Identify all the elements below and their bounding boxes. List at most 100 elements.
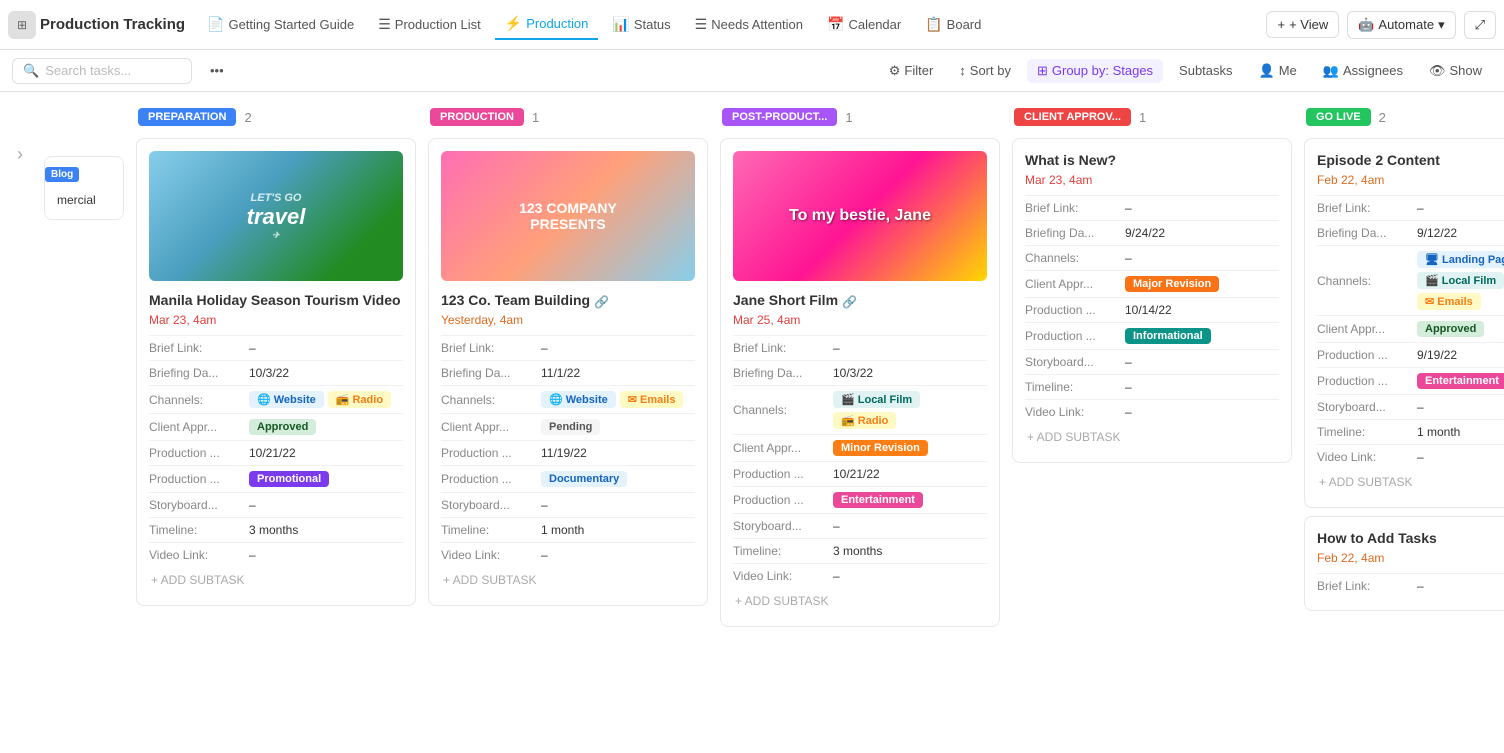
- team-timeline-row: Timeline: 1 month: [441, 517, 695, 542]
- tab-status[interactable]: 📊 Status: [602, 10, 680, 39]
- local-film-badge: 🎬 Local Film: [833, 391, 920, 408]
- promotional-badge: Promotional: [249, 471, 329, 487]
- subtasks-button[interactable]: Subtasks: [1169, 59, 1242, 82]
- partial-text: mercial: [57, 193, 111, 207]
- radio-badge: 📻 Radio: [328, 391, 391, 408]
- me-button[interactable]: 👤 Me: [1249, 59, 1307, 83]
- tab-needs-attention[interactable]: ☰ Needs Attention: [685, 10, 813, 39]
- automate-icon: 🤖: [1358, 17, 1374, 33]
- filter-button[interactable]: ⚙ Filter: [879, 59, 944, 83]
- website-badge: 🌐 Website: [249, 391, 324, 408]
- local-film-badge-2: 🎬 Local Film: [1417, 272, 1504, 289]
- jane-prod-date-row: Production ... 10/21/22: [733, 461, 987, 486]
- team-storyboard-row: Storyboard... –: [441, 492, 695, 517]
- client-approval-count: 1: [1139, 110, 1146, 125]
- card-123-team[interactable]: 123 COMPANY PRESENTS 123 Co. Team Buildi…: [428, 138, 708, 606]
- jane-client-appr-row: Client Appr... Minor Revision: [733, 434, 987, 461]
- documentary-badge: Documentary: [541, 471, 627, 487]
- sort-button[interactable]: ↕ Sort by: [949, 59, 1021, 82]
- automate-button[interactable]: 🤖 Automate ▾: [1347, 11, 1455, 39]
- column-client-approval-header: CLIENT APPROV... 1: [1012, 104, 1292, 130]
- pending-badge: Pending: [541, 419, 600, 435]
- jane-add-subtask[interactable]: + ADD SUBTASK: [733, 588, 987, 614]
- link-icon-2: 🔗: [842, 295, 857, 309]
- card-episode-2[interactable]: Episode 2 Content Feb 22, 4am Brief Link…: [1304, 138, 1504, 508]
- toolbar: 🔍 Search tasks... ••• ⚙ Filter ↕ Sort by…: [0, 50, 1504, 92]
- manila-client-appr-row: Client Appr... Approved: [149, 413, 403, 440]
- search-box[interactable]: 🔍 Search tasks...: [12, 58, 192, 84]
- view-button[interactable]: + + View: [1266, 11, 1339, 38]
- jane-timeline-row: Timeline: 3 months: [733, 538, 987, 563]
- tab-production-list[interactable]: ☰ Production List: [368, 10, 491, 39]
- landing-pages-badge: 🖥 Landing Pages: [1417, 251, 1504, 268]
- jane-channels-row: Channels: 🎬 Local Film 📻 Radio: [733, 385, 987, 434]
- win-storyboard-row: Storyboard... –: [1025, 349, 1279, 374]
- win-video-row: Video Link: –: [1025, 399, 1279, 424]
- win-channels-row: Channels: –: [1025, 245, 1279, 270]
- team-client-appr-row: Client Appr... Pending: [441, 413, 695, 440]
- jane-card-image: To my bestie, Jane: [733, 151, 987, 281]
- more-options-button[interactable]: •••: [200, 59, 234, 82]
- tab-board[interactable]: 📋 Board: [915, 10, 991, 39]
- chart-icon: 📊: [612, 16, 629, 33]
- ep2-add-subtask[interactable]: + ADD SUBTASK: [1317, 469, 1504, 495]
- sort-icon: ↕: [959, 63, 966, 78]
- manila-brief-row: Brief Link: –: [149, 335, 403, 360]
- manila-add-subtask[interactable]: + ADD SUBTASK: [149, 567, 403, 593]
- calendar-icon: 📅: [827, 16, 844, 33]
- ep2-channels-row: Channels: 🖥 Landing Pages 🎬 Local Film ✉…: [1317, 245, 1504, 315]
- tab-production[interactable]: ⚡ Production: [495, 9, 599, 40]
- win-add-subtask[interactable]: + ADD SUBTASK: [1025, 424, 1279, 450]
- nav-right: + + View 🤖 Automate ▾ ⤢: [1266, 11, 1496, 39]
- ep2-client-appr-row: Client Appr... Approved: [1317, 315, 1504, 342]
- lightning-icon: ⚡: [505, 15, 522, 32]
- ep2-storyboard-row: Storyboard... –: [1317, 394, 1504, 419]
- manila-channels-row: Channels: 🌐 Website 📻 Radio: [149, 385, 403, 413]
- how-to-add-title: How to Add Tasks: [1317, 529, 1504, 547]
- share-button[interactable]: ⤢: [1464, 11, 1496, 39]
- how-to-add-date: Feb 22, 4am: [1317, 551, 1504, 565]
- minor-revision-badge: Minor Revision: [833, 440, 928, 456]
- team-add-subtask[interactable]: + ADD SUBTASK: [441, 567, 695, 593]
- card-what-is-new[interactable]: What is New? Mar 23, 4am Brief Link: – B…: [1012, 138, 1292, 463]
- ep2-timeline-row: Timeline: 1 month: [1317, 419, 1504, 444]
- tab-getting-started[interactable]: 📄 Getting Started Guide: [197, 10, 364, 39]
- assignees-button[interactable]: 👥 Assignees: [1313, 59, 1413, 83]
- episode-2-title: Episode 2 Content: [1317, 151, 1504, 169]
- preparation-badge: PREPARATION: [138, 108, 236, 126]
- ep2-prod-type-row: Production ... Entertainment: [1317, 367, 1504, 394]
- win-briefing-row: Briefing Da... 9/24/22: [1025, 220, 1279, 245]
- column-production-header: PRODUCTION 1: [428, 104, 708, 130]
- card-jane[interactable]: To my bestie, Jane Jane Short Film 🔗 Mar…: [720, 138, 1000, 627]
- app-title: Production Tracking: [40, 16, 185, 33]
- preparation-count: 2: [244, 110, 251, 125]
- manila-storyboard-row: Storyboard... –: [149, 492, 403, 517]
- client-approval-badge: CLIENT APPROV...: [1014, 108, 1131, 126]
- filter-icon: ⚙: [889, 63, 901, 79]
- card-how-to-add-tasks[interactable]: How to Add Tasks Feb 22, 4am Brief Link:…: [1304, 516, 1504, 611]
- manila-timeline-row: Timeline: 3 months: [149, 517, 403, 542]
- manila-prod-type-row: Production ... Promotional: [149, 465, 403, 492]
- approved-badge-2: Approved: [1417, 321, 1484, 337]
- team-prod-date-row: Production ... 11/19/22: [441, 440, 695, 465]
- scroll-left-button[interactable]: ›: [8, 144, 32, 165]
- production-badge: PRODUCTION: [430, 108, 524, 126]
- team-briefing-row: Briefing Da... 11/1/22: [441, 360, 695, 385]
- website-badge-2: 🌐 Website: [541, 391, 616, 408]
- team-card-title: 123 Co. Team Building: [441, 291, 590, 309]
- tab-calendar[interactable]: 📅 Calendar: [817, 10, 911, 39]
- card-manila[interactable]: LET'S GO travel ✈ Manila Holiday Season …: [136, 138, 416, 606]
- team-brief-row: Brief Link: –: [441, 335, 695, 360]
- attention-icon: ☰: [695, 16, 708, 33]
- radio-badge-2: 📻 Radio: [833, 412, 896, 429]
- team-channels-row: Channels: 🌐 Website ✉ Emails: [441, 385, 695, 413]
- left-partial-column: Blog mercial: [44, 104, 124, 741]
- show-button[interactable]: 👁 Show: [1419, 59, 1492, 83]
- ep2-prod-date-row: Production ... 9/19/22: [1317, 342, 1504, 367]
- column-client-approval: CLIENT APPROV... 1 What is New? Mar 23, …: [1012, 104, 1292, 741]
- jane-brief-row: Brief Link: –: [733, 335, 987, 360]
- team-card-date: Yesterday, 4am: [441, 313, 695, 327]
- partial-card[interactable]: Blog mercial: [44, 156, 124, 220]
- group-button[interactable]: ⊞ Group by: Stages: [1027, 59, 1163, 83]
- link-icon: 🔗: [594, 295, 609, 309]
